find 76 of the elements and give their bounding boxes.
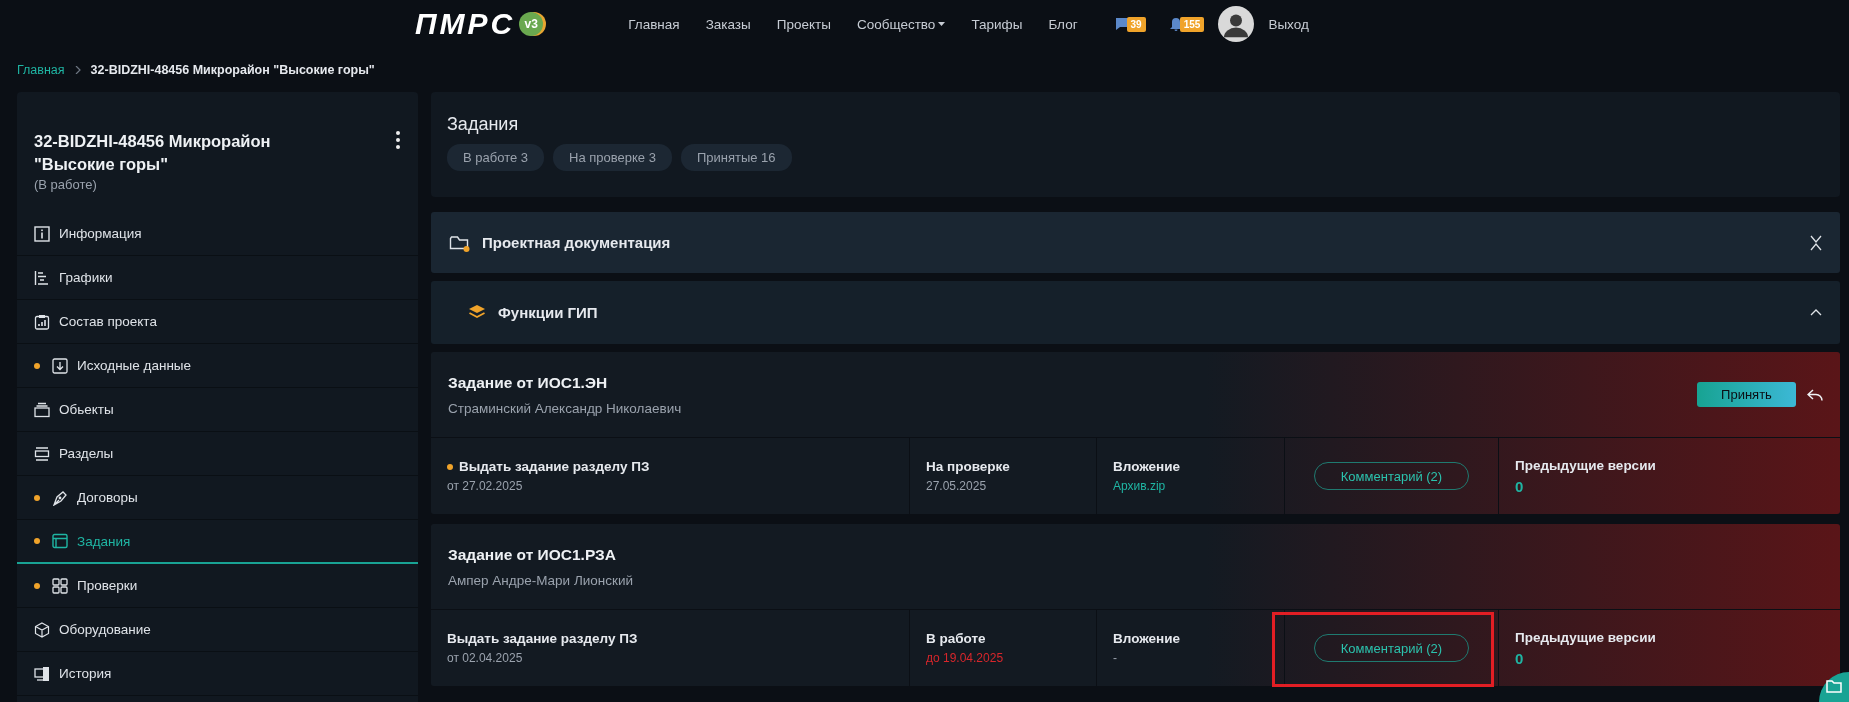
info-icon	[34, 225, 50, 242]
section-title: Функции ГИП	[498, 304, 599, 321]
logout-link[interactable]: Выход	[1268, 16, 1309, 32]
chevron-icon	[74, 66, 81, 74]
logo[interactable]: ПМРС v3	[415, 7, 544, 41]
previous-versions-label: Предыдущие версии	[1515, 629, 1657, 645]
status-label: В работе	[926, 631, 987, 646]
filter-chip[interactable]: В работе 3	[447, 144, 544, 171]
breadcrumb-current: 32-BIDZHI-48456 Микрорайон "Высокие горы"	[90, 63, 375, 77]
avatar[interactable]	[1218, 6, 1255, 42]
sidebar-item[interactable]: Оборудование	[17, 608, 418, 652]
folder-icon	[449, 233, 470, 252]
previous-versions-label: Предыдущие версии	[1515, 457, 1657, 473]
task-author: Страминский Александр Николаевич	[448, 400, 683, 416]
project-status: (В работе)	[34, 177, 98, 192]
sidebar-item[interactable]: Исходные данные	[17, 344, 418, 388]
task-date: от 27.02.2025	[447, 479, 524, 493]
count-badge: 39	[1126, 16, 1146, 32]
devices-icon	[34, 665, 50, 682]
task-title: Задание от ИОС1.ЭН	[448, 373, 609, 392]
collapse-icon[interactable]	[1810, 234, 1822, 251]
version-badge: v3	[519, 12, 544, 36]
sidebar-item[interactable]: Графики	[17, 256, 418, 300]
panel-title: Задания	[447, 114, 520, 135]
attachment-link[interactable]: Архив.zip	[1113, 479, 1268, 493]
status-label: На проверке	[926, 459, 1011, 474]
sidebar-item[interactable]: Задания	[17, 520, 418, 564]
nav-link[interactable]: Главная	[615, 16, 693, 32]
nav-link[interactable]: Блог	[1035, 16, 1091, 32]
pen-icon	[52, 489, 68, 506]
task-author: Ампер Андре-Мари Лионский	[448, 572, 635, 588]
sidebar-item[interactable]: Информация	[17, 212, 418, 256]
task-title: Задание от ИОС1.РЗА	[448, 545, 617, 564]
project-title: 32-BIDZHI-48456 Микрорайон "Высокие горы"	[34, 131, 272, 175]
grid-icon	[52, 577, 68, 594]
breadcrumb-link[interactable]: Главная	[17, 63, 65, 77]
attachment-label: Вложение	[1113, 459, 1182, 474]
previous-versions-count: 0	[1515, 649, 1525, 667]
sidebar-item[interactable]: Состав проекта	[17, 300, 418, 344]
logo-text: ПМРС	[415, 7, 516, 41]
sidebar-item[interactable]: Разделы	[17, 432, 418, 476]
reply-icon[interactable]	[1807, 388, 1823, 401]
sidebar-item[interactable]: Договоры	[17, 476, 418, 520]
sidebar-item[interactable]: Обьекты	[17, 388, 418, 432]
chevron-up-icon[interactable]	[1810, 309, 1822, 316]
sidebar-item[interactable]: Проверки	[17, 564, 418, 608]
nav-link[interactable]: Тарифы	[958, 16, 1036, 32]
attachment-value: -	[1113, 651, 1118, 665]
status-date: до 19.04.2025	[926, 651, 1005, 665]
list-icon	[34, 445, 50, 462]
task-item-name: Выдать задание разделу ПЗ	[459, 459, 650, 474]
count-badge: 155	[1179, 16, 1205, 32]
more-icon[interactable]	[395, 130, 401, 150]
task-item-name: Выдать задание разделу ПЗ	[447, 631, 638, 646]
status-date: 27.05.2025	[926, 479, 988, 493]
task-date: от 02.04.2025	[447, 651, 524, 665]
filter-chip[interactable]: Принятые 16	[680, 144, 792, 171]
stack-icon	[34, 401, 50, 418]
folder-button[interactable]	[1819, 672, 1849, 702]
previous-versions-count: 0	[1515, 477, 1525, 495]
chart-icon	[34, 269, 50, 286]
sidebar-item[interactable]: История	[17, 652, 418, 696]
accept-button[interactable]: Принять	[1697, 382, 1796, 407]
download-icon	[52, 357, 68, 374]
nav-link[interactable]: Проекты	[763, 16, 844, 32]
nav-link[interactable]: Сообщество	[843, 16, 959, 32]
clipboard-icon	[34, 313, 50, 330]
attachment-label: Вложение	[1113, 631, 1182, 646]
window-icon	[52, 533, 68, 549]
section-title: Проектная документация	[482, 234, 672, 251]
caret-icon	[938, 22, 946, 26]
filter-chip[interactable]: На проверке 3	[553, 144, 672, 171]
bell-icon[interactable]	[1169, 17, 1182, 31]
cube-icon	[34, 621, 50, 638]
chat-icon[interactable]	[1114, 17, 1129, 31]
nav-link[interactable]: Заказы	[692, 16, 764, 32]
